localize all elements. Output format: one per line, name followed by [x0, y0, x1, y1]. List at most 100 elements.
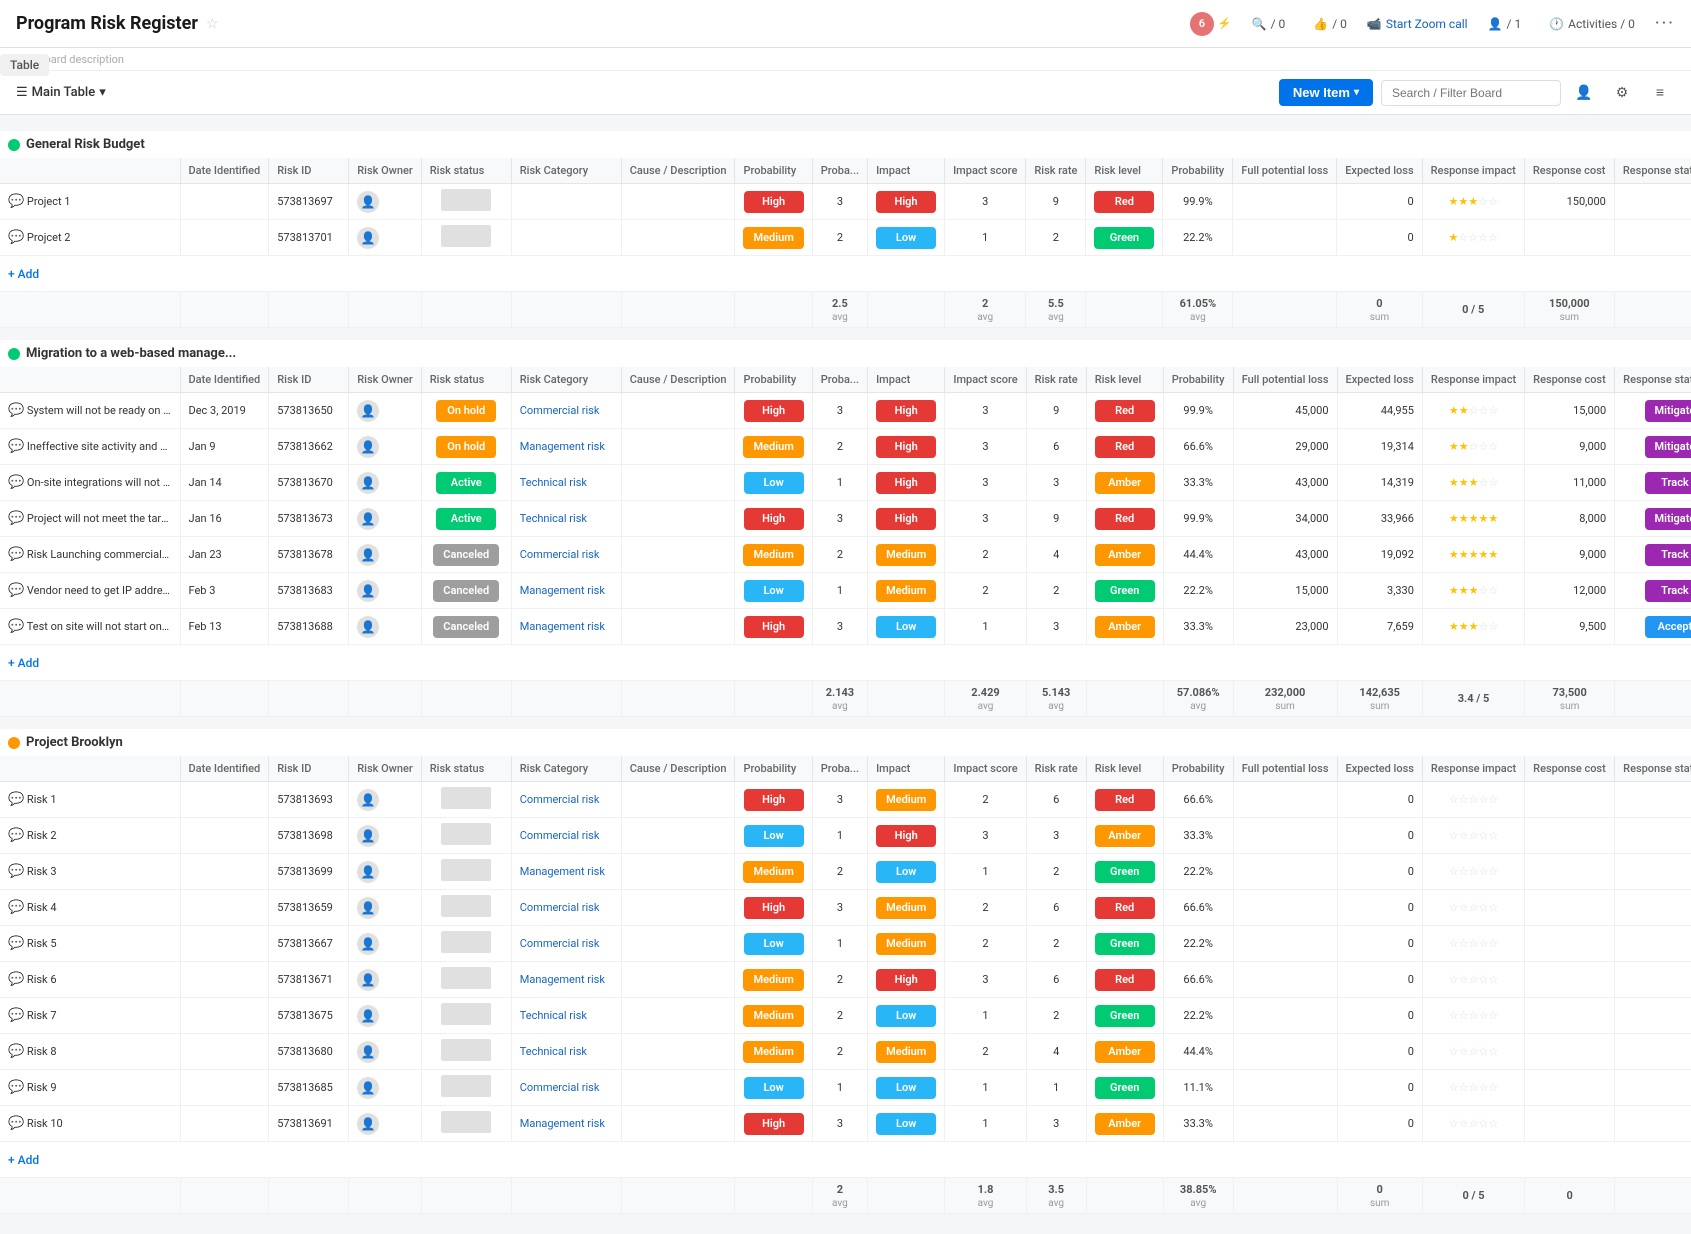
new-item-label: New Item: [1293, 85, 1350, 100]
category-link[interactable]: Management risk: [520, 440, 605, 453]
cell-full-loss: [1233, 1034, 1337, 1070]
summary-risk-rate-val: 5.143: [1035, 686, 1078, 699]
add-row[interactable]: + Add: [0, 1142, 1691, 1178]
th-full-loss: Full potential loss: [1233, 158, 1337, 184]
cell-name: 💬 Risk 8: [0, 1034, 180, 1070]
cell-resp-cost: 9,000: [1525, 429, 1615, 465]
cell-prob2: 33.3%: [1163, 465, 1233, 501]
cell-exp-loss: 0: [1337, 1106, 1422, 1142]
th-probability-b: Probability: [735, 756, 812, 782]
category-link[interactable]: Commercial risk: [520, 829, 600, 842]
category-link[interactable]: Technical risk: [520, 476, 587, 489]
th-category: Risk Category: [511, 158, 621, 184]
cell-exp-loss: 0: [1337, 184, 1422, 220]
category-link[interactable]: Management risk: [520, 973, 605, 986]
cell-proba-num: 3: [812, 393, 867, 429]
new-item-button[interactable]: New Item ▾: [1279, 79, 1373, 106]
cell-resp-cost: 8,000: [1525, 501, 1615, 537]
cell-desc: [621, 1106, 735, 1142]
settings-icon-btn[interactable]: ⚙: [1607, 78, 1637, 108]
cell-status: Canceled: [421, 573, 511, 609]
th-resp-status-b: Response status re...: [1615, 756, 1691, 782]
category-link[interactable]: Management risk: [520, 620, 605, 633]
cell-desc: [621, 573, 735, 609]
zoom-call-btn[interactable]: 📹 Start Zoom call: [1367, 17, 1468, 31]
cell-name: 💬 Projcet 2: [0, 220, 180, 256]
table-row: 💬 Risk 10 573813691 👤 Management risk Hi…: [0, 1106, 1691, 1142]
cell-category: Management risk: [511, 609, 621, 645]
cell-date: Jan 16: [180, 501, 269, 537]
category-link[interactable]: Commercial risk: [520, 901, 600, 914]
category-link[interactable]: Commercial risk: [520, 548, 600, 561]
category-link[interactable]: Management risk: [520, 1117, 605, 1130]
resp-status-badge: Track: [1645, 544, 1691, 566]
cell-category: Technical risk: [511, 501, 621, 537]
cell-desc: [621, 609, 735, 645]
user-circle-btn[interactable]: 👤: [1569, 78, 1599, 108]
add-row[interactable]: + Add: [0, 645, 1691, 681]
cell-risk-rate: 6: [1026, 429, 1086, 465]
thumbs-btn[interactable]: 👍 / 0: [1305, 13, 1355, 35]
activities-btn[interactable]: 🕐 Activities / 0: [1541, 13, 1643, 35]
cell-category: Commercial risk: [511, 782, 621, 818]
summary-risk-rate: 5.143 avg: [1026, 681, 1086, 717]
cell-impact: Low: [868, 998, 945, 1034]
table-row: 💬 Project will not meet the target of RF…: [0, 501, 1691, 537]
empty-cell: [441, 967, 491, 989]
category-link[interactable]: Technical risk: [520, 1045, 587, 1058]
cell-name: 💬 Risk 9: [0, 1070, 180, 1106]
cell-resp-status: Mitigate: [1615, 501, 1691, 537]
summary-empty-5: [421, 292, 511, 328]
category-link[interactable]: Technical risk: [520, 1009, 587, 1022]
cell-full-loss: 43,000: [1233, 465, 1337, 501]
category-link[interactable]: Management risk: [520, 865, 605, 878]
table-row: 💬 Vendor need to get IP addresses prior …: [0, 573, 1691, 609]
impact-badge: High: [876, 508, 936, 530]
add-item-btn[interactable]: + Add: [0, 1142, 1691, 1178]
add-row[interactable]: + Add: [0, 256, 1691, 292]
summary-prob-num-val: 2: [821, 1183, 859, 1196]
risk-level-badge: Green: [1095, 1005, 1155, 1027]
more-options-btn[interactable]: ···: [1655, 13, 1675, 34]
migration-header-row: Date Identified Risk ID Risk Owner Risk …: [0, 367, 1691, 393]
cell-owner: 👤: [349, 1106, 422, 1142]
members-btn[interactable]: 👤 / 1: [1480, 13, 1530, 35]
category-link[interactable]: Commercial risk: [520, 937, 600, 950]
cell-prob2: 22.2%: [1163, 573, 1233, 609]
brooklyn-header-row: Date Identified Risk ID Risk Owner Risk …: [0, 756, 1691, 782]
section-migration-header: Migration to a web-based manage...: [0, 340, 1691, 367]
category-link[interactable]: Commercial risk: [520, 1081, 600, 1094]
cell-prob2: 33.3%: [1163, 818, 1233, 854]
board-desc: Add board description: [0, 48, 1691, 71]
th-date-b: Date Identified: [180, 756, 269, 782]
add-item-btn[interactable]: + Add: [0, 645, 1691, 681]
cell-probability: Medium: [735, 998, 812, 1034]
dropdown-arrow-icon[interactable]: ▾: [99, 85, 106, 100]
add-item-btn[interactable]: + Add: [0, 256, 1691, 292]
cell-date: [180, 1034, 269, 1070]
cell-date: Feb 13: [180, 609, 269, 645]
cell-resp-cost: 11,000: [1525, 465, 1615, 501]
filter-icon-btn[interactable]: ≡: [1645, 78, 1675, 108]
probability-badge: High: [744, 400, 804, 422]
cell-impact: Medium: [868, 537, 945, 573]
cell-name: 💬 Risk 6: [0, 962, 180, 998]
cell-resp-impact: ★★★☆☆: [1422, 465, 1524, 501]
cell-impact: High: [868, 501, 945, 537]
search-icon-btn[interactable]: 🔍 / 0: [1244, 13, 1294, 35]
summary-prob-num: 2.5 avg: [812, 292, 867, 328]
search-input[interactable]: [1381, 80, 1561, 106]
category-link[interactable]: Technical risk: [520, 512, 587, 525]
summary-empty-1: [0, 681, 180, 717]
cell-full-loss: 34,000: [1233, 501, 1337, 537]
summary-full-loss-label: sum: [1275, 701, 1294, 712]
cell-resp-impact: ★★★★★: [1422, 537, 1524, 573]
category-link[interactable]: Management risk: [520, 584, 605, 597]
category-link[interactable]: Commercial risk: [520, 404, 600, 417]
cell-resp-cost: [1525, 854, 1615, 890]
star-icon[interactable]: ☆: [206, 16, 219, 32]
comment-icon: 💬: [8, 828, 24, 843]
category-link[interactable]: Commercial risk: [520, 793, 600, 806]
cell-resp-impact: ★☆☆☆☆: [1422, 220, 1524, 256]
cell-proba-num: 2: [812, 962, 867, 998]
